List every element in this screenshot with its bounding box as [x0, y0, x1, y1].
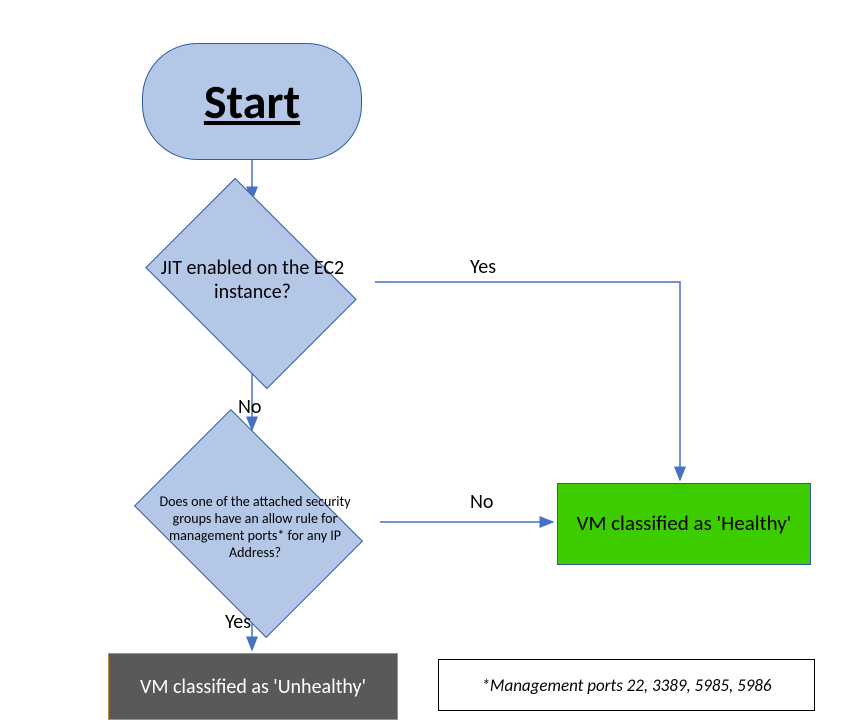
start-label: Start — [204, 72, 300, 131]
healthy-node: VM classified as 'Healthy' — [557, 483, 811, 565]
edge-label-d2-no: No — [470, 490, 493, 514]
healthy-label: VM classified as 'Healthy' — [577, 510, 792, 537]
start-node: Start — [142, 43, 362, 160]
edge-label-d1-yes: Yes — [470, 255, 496, 279]
edge-label-d1-no: No — [238, 395, 261, 419]
edge-label-d2-yes: Yes — [225, 610, 251, 634]
decision-1-text: JIT enabled on the EC2 instance? — [130, 225, 375, 335]
note-box: *Management ports 22, 3389, 5985, 5986 — [438, 659, 815, 711]
note-label: *Management ports 22, 3389, 5985, 5986 — [481, 675, 771, 696]
decision-2-text: Does one of the attached security groups… — [155, 457, 355, 597]
unhealthy-node: VM classified as 'Unhealthy' — [108, 653, 398, 720]
unhealthy-label: VM classified as 'Unhealthy' — [140, 674, 366, 700]
flowchart-connectors — [0, 0, 867, 723]
